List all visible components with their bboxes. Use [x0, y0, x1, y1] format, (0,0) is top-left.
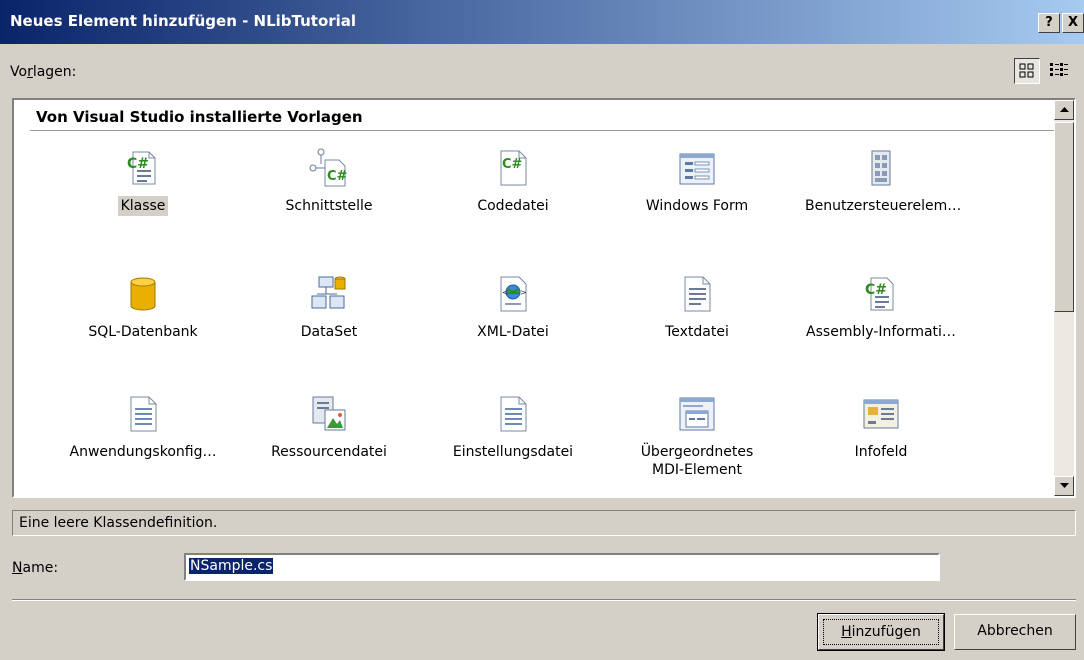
scrollbar-thumb[interactable]	[1054, 122, 1074, 312]
name-input[interactable]: NSample.cs	[184, 553, 940, 581]
settings-file-icon	[500, 396, 527, 432]
template-item-mdi-element[interactable]: Übergeordnetes MDI-Element	[618, 394, 776, 480]
svg-text:C#: C#	[865, 282, 887, 298]
resource-file-icon	[312, 396, 346, 431]
add-button-focus: Hinzufügen	[823, 619, 939, 645]
large-icons-view-button[interactable]	[1014, 58, 1040, 84]
template-item-schnittstelle[interactable]: C# Schnittstelle	[250, 148, 408, 216]
template-item-einstellungsdatei[interactable]: Einstellungsdatei	[434, 394, 592, 462]
template-label: Klasse	[117, 196, 169, 216]
templates-list[interactable]: Von Visual Studio installierte Vorlagen …	[12, 98, 1076, 498]
arrow-down-icon	[1060, 483, 1069, 488]
template-item-dataset[interactable]: DataSet	[250, 274, 408, 342]
config-file-icon	[130, 396, 157, 432]
template-item-codedatei[interactable]: C# Codedatei	[434, 148, 592, 216]
csharp-class-icon: C#	[127, 151, 156, 185]
template-label: XML-Datei	[477, 324, 549, 340]
template-label: Übergeordnetes MDI-Element	[640, 444, 754, 478]
template-label: Codedatei	[477, 198, 549, 214]
help-icon: ?	[1045, 15, 1053, 30]
scroll-down-button[interactable]	[1054, 476, 1074, 496]
arrow-up-icon	[1060, 107, 1069, 112]
template-item-ressourcendatei[interactable]: Ressourcendatei	[250, 394, 408, 462]
user-control-icon	[871, 150, 891, 186]
database-icon	[130, 277, 156, 311]
name-label: Name:	[12, 560, 59, 576]
template-label: Anwendungskonfig…	[69, 444, 217, 460]
group-header: Von Visual Studio installierte Vorlagen	[36, 108, 363, 126]
close-icon: X	[1067, 15, 1079, 30]
windows-form-icon	[679, 153, 715, 185]
about-box-icon	[863, 399, 899, 429]
template-label: Schnittstelle	[285, 198, 373, 214]
template-item-anwendungskonfig[interactable]: Anwendungskonfig…	[64, 394, 222, 462]
template-item-windows-form[interactable]: Windows Form	[618, 148, 776, 216]
svg-text:>: >	[520, 288, 527, 297]
svg-text:<: <	[502, 288, 509, 297]
svg-text:C#: C#	[127, 156, 149, 172]
add-button[interactable]: Hinzufügen	[817, 613, 945, 651]
title-bar: Neues Element hinzufügen - NLibTutorial …	[0, 0, 1084, 44]
template-label: Windows Form	[645, 198, 749, 214]
dataset-icon	[311, 276, 346, 309]
template-label: Textdatei	[665, 324, 729, 340]
window-title: Neues Element hinzufügen - NLibTutorial	[10, 12, 357, 30]
svg-text:C#: C#	[327, 169, 348, 184]
group-divider	[30, 130, 1056, 131]
template-label: Einstellungsdatei	[452, 444, 574, 460]
template-label: DataSet	[300, 324, 358, 340]
vertical-scrollbar[interactable]	[1054, 100, 1074, 496]
name-input-value: NSample.cs	[189, 558, 274, 574]
template-label: Ressourcendatei	[271, 444, 387, 460]
large-icons-view-icon	[1019, 63, 1034, 78]
template-item-benutzersteuerelement[interactable]: Benutzersteuerelem…	[802, 148, 961, 216]
template-item-xml-datei[interactable]: < > XML-Datei	[434, 274, 592, 342]
csharp-code-file-icon: C#	[500, 150, 527, 186]
template-item-sql-datenbank[interactable]: SQL-Datenbank	[64, 274, 222, 342]
template-item-infofeld[interactable]: Infofeld	[802, 394, 960, 462]
help-button[interactable]: ?	[1038, 13, 1060, 33]
template-item-assembly-information[interactable]: C# Assembly-Informati…	[802, 274, 960, 342]
assembly-info-icon: C#	[865, 277, 894, 311]
scroll-up-button[interactable]	[1054, 100, 1074, 120]
templates-label: Vorlagen:	[10, 64, 77, 80]
template-item-textdatei[interactable]: Textdatei	[618, 274, 776, 342]
template-label: Assembly-Informati…	[806, 324, 956, 340]
template-item-klasse[interactable]: C# Klasse	[64, 148, 222, 216]
close-button[interactable]: X	[1062, 13, 1084, 33]
svg-text:C#: C#	[502, 157, 523, 172]
small-icons-view-button[interactable]	[1046, 58, 1072, 84]
description-bar: Eine leere Klassendefinition.	[12, 510, 1076, 536]
small-icons-view-icon	[1050, 63, 1068, 76]
csharp-interface-icon: C#	[309, 148, 348, 187]
template-label: Benutzersteuerelem…	[805, 198, 962, 214]
text-file-icon	[684, 276, 711, 312]
cancel-button[interactable]: Abbrechen	[954, 614, 1076, 650]
xml-file-icon: < >	[500, 276, 527, 312]
template-label: Infofeld	[854, 444, 908, 460]
separator	[12, 599, 1076, 601]
mdi-parent-icon	[679, 397, 715, 431]
template-label: SQL-Datenbank	[88, 324, 198, 340]
